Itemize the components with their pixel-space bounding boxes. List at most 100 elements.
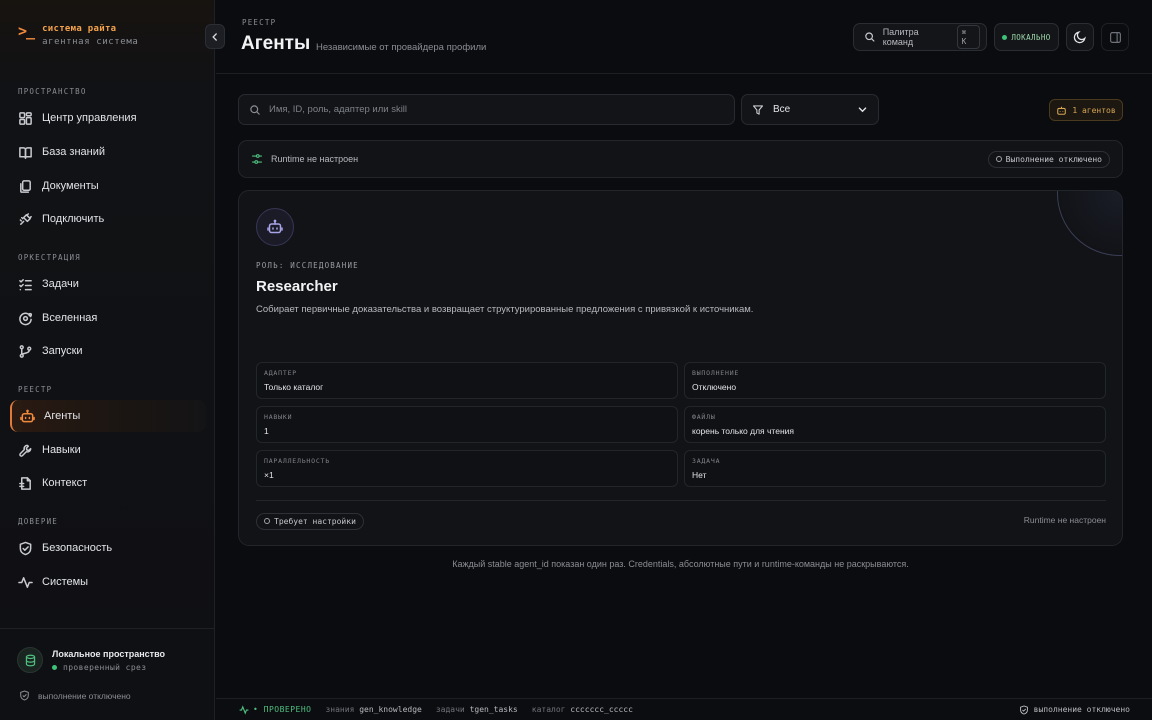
verified-label: • ПРОВЕРЕНО	[253, 705, 312, 714]
sidebar-item-knowledge-base[interactable]: База знаний	[10, 136, 206, 168]
execution-disabled-pill: Выполнение отключено	[987, 150, 1110, 168]
checklist-icon	[19, 278, 32, 290]
dashboard-icon	[19, 111, 32, 125]
field-label: ЗАДАЧА	[692, 457, 721, 465]
sidebar-item-label: Навыки	[42, 444, 81, 456]
sidebar-item-skills[interactable]: Навыки	[10, 434, 206, 466]
wrench-icon	[19, 444, 32, 457]
runtime-note: Runtime не настроен	[1023, 515, 1106, 525]
chevron-left-icon	[212, 32, 217, 41]
panel-toggle-button[interactable]	[1101, 23, 1129, 51]
agent-count: 1 агентов	[1072, 105, 1116, 115]
sidebar-item-runs[interactable]: Запуски	[10, 335, 206, 367]
command-palette-label: Палитра команд	[882, 27, 919, 47]
field-value: Отключено	[692, 382, 737, 392]
orbit-icon	[19, 312, 33, 325]
status-ring-icon	[995, 156, 1002, 162]
shield-check-icon	[19, 541, 32, 555]
file-context-icon	[19, 476, 31, 490]
filter-icon	[752, 104, 764, 115]
sidebar: >_ система райта агентная система ПРОСТР…	[0, 0, 215, 720]
field-label: НАВЫКИ	[264, 413, 293, 421]
theme-toggle-button[interactable]	[1066, 23, 1094, 51]
sidebar-item-label: Безопасность	[42, 542, 113, 554]
sidebar-item-systems[interactable]: Системы	[10, 566, 206, 598]
page-title: Агенты	[241, 33, 311, 54]
brand[interactable]: >_ система райта агентная система	[18, 22, 138, 47]
activity-icon	[18, 576, 33, 588]
status-execution: выполнение отключено	[1019, 704, 1130, 715]
sidebar-item-label: Задачи	[42, 278, 79, 290]
agent-card[interactable]: РОЛЬ: ИССЛЕДОВАНИЕ Researcher Собирает п…	[238, 190, 1123, 546]
bot-icon	[267, 219, 283, 234]
verified-status: • ПРОВЕРЕНО	[239, 704, 312, 715]
sidebar-item-tasks[interactable]: Задачи	[10, 268, 206, 300]
workspace-switcher[interactable]: Локальное пространство проверенный срез	[17, 647, 165, 673]
agent-name: Researcher	[256, 278, 338, 295]
sidebar-item-control-center[interactable]: Центр управления	[10, 102, 206, 134]
sidebar-item-connect[interactable]: Подключить	[10, 203, 206, 235]
sidebar-item-label: Системы	[42, 576, 89, 588]
execution-disabled-label: Выполнение отключено	[1005, 154, 1102, 164]
sidebar-item-agents[interactable]: Агенты	[10, 400, 206, 432]
sidebar-item-label: База знаний	[42, 146, 106, 158]
bot-icon	[1057, 106, 1067, 115]
field-value: Нет	[692, 470, 707, 480]
database-icon	[17, 647, 43, 673]
sidebar-item-universe[interactable]: Вселенная	[10, 302, 206, 334]
runtime-banner: Runtime не настроен Выполнение отключено	[238, 140, 1123, 178]
bot-icon	[20, 409, 35, 422]
shortcut-hint: ⌘ K	[956, 25, 980, 49]
field-label: ПАРАЛЛЕЛЬНОСТЬ	[264, 457, 330, 465]
local-mode-badge[interactable]: ЛОКАЛЬНО	[994, 23, 1059, 51]
breadcrumb: РЕЕСТР	[242, 18, 277, 27]
sidebar-item-label: Подключить	[42, 213, 105, 225]
field-parallelism: ПАРАЛЛЕЛЬНОСТЬ ×1	[256, 450, 678, 487]
section-label-orchestration: ОРКЕСТРАЦИЯ	[18, 253, 81, 262]
search-icon	[250, 104, 260, 115]
field-files: ФАЙЛЫ корень только для чтения	[684, 406, 1106, 443]
sidebar-item-documents[interactable]: Документы	[10, 170, 206, 202]
workspace-status: проверенный срез	[52, 663, 165, 672]
field-label: ФАЙЛЫ	[692, 413, 716, 421]
search-input[interactable]	[269, 104, 709, 115]
decorative-glow	[1057, 191, 1122, 256]
field-label: АДАПТЕР	[264, 369, 297, 377]
sidebar-item-context[interactable]: Контекст	[10, 467, 206, 499]
chevron-down-icon	[858, 107, 867, 113]
sidebar-panel-icon	[1109, 31, 1121, 43]
status-bar: • ПРОВЕРЕНО знания gen_knowledge задачи …	[216, 698, 1152, 720]
field-label: ВЫПОЛНЕНИЕ	[692, 369, 740, 377]
local-mode-label: ЛОКАЛЬНО	[1011, 32, 1051, 42]
requires-setup-label: Требует настройки	[274, 516, 356, 526]
agent-search[interactable]	[238, 94, 735, 125]
status-dot	[52, 664, 57, 670]
section-label-registry: РЕЕСТР	[18, 385, 53, 394]
command-palette-button[interactable]: Палитра команд ⌘ K	[853, 23, 987, 51]
book-icon	[19, 146, 32, 159]
section-label-workspace: ПРОСТРАНСТВО	[18, 87, 87, 96]
plug-icon	[19, 212, 32, 225]
shield-icon	[20, 690, 29, 701]
agent-count-badge: 1 агентов	[1049, 99, 1123, 121]
shield-icon	[1019, 704, 1028, 715]
terminal-icon: >_	[18, 22, 35, 40]
sidebar-item-label: Документы	[42, 180, 99, 192]
sidebar-item-label: Контекст	[42, 477, 88, 489]
sidebar-item-label: Агенты	[44, 410, 81, 422]
git-branch-icon	[19, 344, 32, 358]
agent-role: РОЛЬ: ИССЛЕДОВАНИЕ	[256, 261, 359, 270]
documents-icon	[20, 179, 31, 193]
field-adapter: АДАПТЕР Только каталог	[256, 362, 678, 399]
page-subtitle: Независимые от провайдера профили	[316, 42, 487, 53]
search-icon	[865, 32, 875, 42]
status-dot	[1002, 34, 1008, 40]
field-execution: ВЫПОЛНЕНИЕ Отключено	[684, 362, 1106, 399]
status-knowledge: знания gen_knowledge	[325, 705, 422, 714]
collapse-sidebar-button[interactable]	[205, 24, 225, 49]
filter-select[interactable]: Все	[741, 94, 879, 125]
sidebar-item-security[interactable]: Безопасность	[10, 532, 206, 564]
sidebar-item-label: Запуски	[42, 345, 83, 357]
section-label-trust: ДОВЕРИЕ	[18, 517, 59, 526]
requires-setup-badge: Требует настройки	[256, 511, 364, 530]
